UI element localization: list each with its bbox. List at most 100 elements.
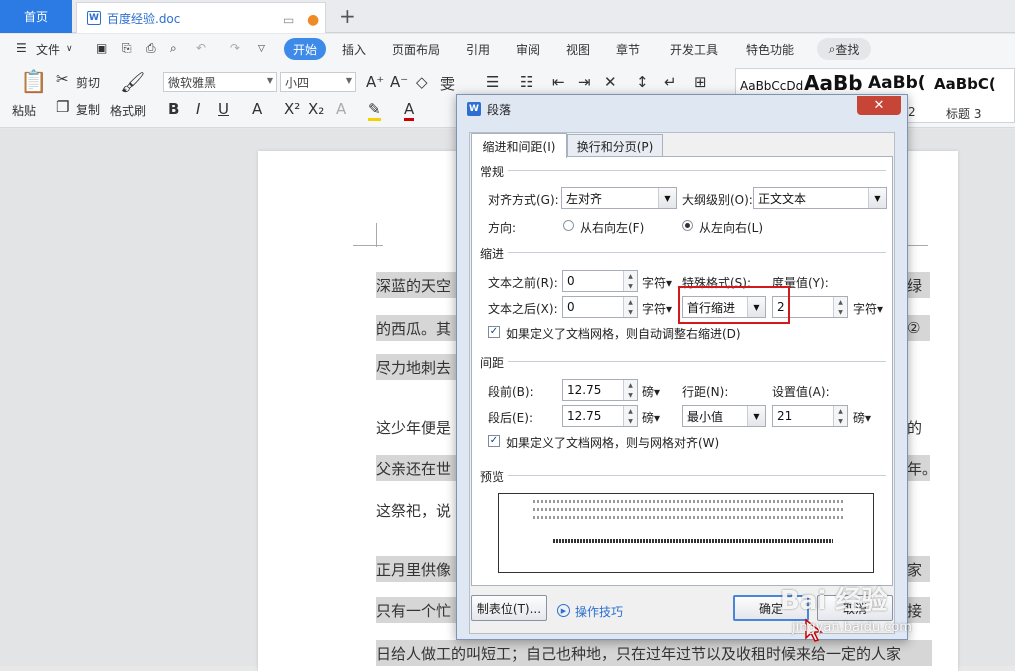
italic-icon[interactable]: I bbox=[196, 100, 200, 118]
menu-review[interactable]: 审阅 bbox=[516, 41, 540, 58]
paste-icon[interactable]: 📋 bbox=[20, 70, 47, 95]
bullets-icon[interactable]: ☰ bbox=[486, 73, 499, 91]
monitor-icon[interactable]: ▭ bbox=[283, 13, 294, 27]
space-before-unit[interactable]: 磅▾ bbox=[642, 383, 660, 400]
table-icon[interactable]: ⊞ bbox=[694, 73, 707, 91]
format-painter-icon[interactable]: 🖌 bbox=[120, 70, 145, 94]
subscript-icon[interactable]: X₂ bbox=[308, 100, 324, 118]
auto-right-indent-label[interactable]: 如果定义了文档网格，则自动调整右缩进(D) bbox=[506, 325, 741, 342]
font-size-select[interactable]: 小四 ▼ bbox=[280, 72, 356, 92]
ltr-label[interactable]: 从左向右(L) bbox=[699, 219, 763, 236]
new-tab-plus-icon[interactable]: + bbox=[339, 4, 356, 28]
menu-insert[interactable]: 插入 bbox=[342, 41, 366, 58]
menu-special[interactable]: 特色功能 bbox=[746, 41, 794, 58]
rtl-label[interactable]: 从右向左(F) bbox=[580, 219, 644, 236]
spinner-icon[interactable]: ▲ ▼ bbox=[623, 271, 637, 291]
tab-line-page-breaks[interactable]: 换行和分页(P) bbox=[567, 134, 663, 158]
underline-icon[interactable]: U bbox=[218, 100, 229, 118]
menu-developer[interactable]: 开发工具 bbox=[670, 41, 718, 58]
ltr-radio[interactable] bbox=[682, 220, 693, 231]
style-heading-2[interactable]: AaBb( bbox=[868, 73, 926, 93]
tab-indent-spacing[interactable]: 缩进和间距(I) bbox=[471, 133, 567, 158]
menu-references[interactable]: 引用 bbox=[466, 41, 490, 58]
snap-to-grid-checkbox[interactable]: ✓ bbox=[488, 435, 500, 447]
play-circle-icon[interactable]: ▶ bbox=[557, 604, 570, 617]
highlight-icon[interactable]: ✎ bbox=[368, 100, 381, 121]
hamburger-icon[interactable]: ☰ bbox=[16, 41, 27, 55]
auto-right-indent-checkbox[interactable]: ✓ bbox=[488, 326, 500, 338]
spinner-icon[interactable]: ▲ ▼ bbox=[833, 406, 847, 426]
save-icon[interactable]: ▣ bbox=[96, 41, 107, 55]
divider bbox=[508, 361, 886, 362]
chinese-layout-icon[interactable]: ✕ bbox=[604, 73, 617, 91]
paste-button[interactable]: 粘贴 bbox=[12, 102, 36, 119]
search-button[interactable]: ⌕ 查找 bbox=[817, 38, 871, 60]
spinner-icon[interactable]: ▲ ▼ bbox=[623, 297, 637, 317]
cut-button[interactable]: 剪切 bbox=[76, 74, 100, 91]
menu-start[interactable]: 开始 bbox=[284, 38, 326, 60]
space-after-unit[interactable]: 磅▾ bbox=[642, 409, 660, 426]
tab-document[interactable]: W 百度经验.doc ▭ ● bbox=[76, 2, 326, 33]
dialog-title: 段落 bbox=[487, 102, 512, 117]
outline-level-select[interactable]: 正文文本 ▼ bbox=[753, 187, 887, 209]
numbering-icon[interactable]: ☷ bbox=[520, 73, 533, 91]
preview-line bbox=[533, 508, 843, 511]
grow-font-icon[interactable]: A⁺ bbox=[366, 73, 384, 91]
menu-file[interactable]: 文件 bbox=[36, 41, 60, 58]
shrink-font-icon[interactable]: A⁻ bbox=[390, 73, 408, 91]
tab-home[interactable]: 首页 bbox=[0, 0, 72, 33]
spinner-icon[interactable]: ▲ ▼ bbox=[833, 297, 847, 317]
style-normal[interactable]: AaBbCcDd bbox=[740, 79, 803, 93]
undo-icon[interactable]: ↶ bbox=[196, 41, 206, 55]
strikethrough-icon[interactable]: A bbox=[252, 100, 262, 118]
copy-icon[interactable]: ❐ bbox=[56, 98, 69, 116]
superscript-icon[interactable]: X² bbox=[284, 100, 300, 118]
document-line: 深蓝的天空 bbox=[376, 272, 456, 298]
bold-icon[interactable]: B bbox=[168, 100, 179, 118]
print-preview-icon[interactable]: ⌕ bbox=[170, 41, 177, 56]
decrease-indent-icon[interactable]: ⇤ bbox=[552, 73, 565, 91]
rtl-radio[interactable] bbox=[563, 220, 574, 231]
style-heading-3[interactable]: AaBbC( bbox=[934, 75, 996, 93]
export-icon[interactable]: ⎘ bbox=[122, 41, 132, 56]
alignment-select[interactable]: 左对齐 ▼ bbox=[561, 187, 677, 209]
increase-indent-icon[interactable]: ⇥ bbox=[578, 73, 591, 91]
tips-link[interactable]: 操作技巧 bbox=[575, 603, 623, 620]
menu-section[interactable]: 章节 bbox=[616, 41, 640, 58]
print-icon[interactable]: ⎙ bbox=[146, 41, 156, 56]
line-spacing-icon[interactable]: ↕ bbox=[636, 73, 649, 91]
phonetic-icon[interactable]: 雯 bbox=[440, 73, 455, 94]
quick-access-more-icon[interactable]: ▽ bbox=[258, 44, 265, 54]
style-heading-1[interactable]: AaBb bbox=[804, 71, 863, 95]
measure-unit[interactable]: 字符▾ bbox=[853, 300, 883, 317]
close-icon[interactable]: ✕ bbox=[857, 96, 901, 115]
direction-label: 方向: bbox=[488, 221, 517, 235]
font-family-select[interactable]: 微软雅黑 ▼ bbox=[163, 72, 277, 92]
copy-button[interactable]: 复制 bbox=[76, 101, 100, 118]
redo-icon[interactable]: ↷ bbox=[230, 41, 240, 55]
menu-view[interactable]: 视图 bbox=[566, 41, 590, 58]
indent-after-input[interactable]: 0 ▲ ▼ bbox=[562, 296, 638, 318]
font-color-icon[interactable]: A bbox=[404, 100, 415, 121]
tab-stops-button[interactable]: 制表位(T)... bbox=[471, 595, 547, 621]
snap-to-grid-label[interactable]: 如果定义了文档网格，则与网格对齐(W) bbox=[506, 434, 719, 451]
indent-after-unit[interactable]: 字符▾ bbox=[642, 300, 672, 317]
menu-page-layout[interactable]: 页面布局 bbox=[392, 41, 440, 58]
text-effect-icon[interactable]: A bbox=[336, 100, 346, 118]
show-marks-icon[interactable]: ↵ bbox=[664, 73, 677, 91]
clear-format-icon[interactable]: ◇ bbox=[416, 73, 428, 91]
spinner-icon[interactable]: ▲ ▼ bbox=[623, 380, 637, 400]
spinner-icon[interactable]: ▲ ▼ bbox=[623, 406, 637, 426]
dialog-titlebar[interactable]: W 段落 bbox=[457, 95, 907, 123]
format-painter-button[interactable]: 格式刷 bbox=[110, 102, 146, 119]
space-before-input[interactable]: 12.75 ▲ ▼ bbox=[562, 379, 638, 401]
document-line-tail: 的 bbox=[905, 414, 930, 440]
indent-before-input[interactable]: 0 ▲ ▼ bbox=[562, 270, 638, 292]
chevron-down-icon[interactable]: ∨ bbox=[66, 44, 73, 54]
setting-value-input[interactable]: 21 ▲ ▼ bbox=[772, 405, 848, 427]
space-after-input[interactable]: 12.75 ▲ ▼ bbox=[562, 405, 638, 427]
line-spacing-select[interactable]: 最小值 ▼ bbox=[682, 405, 766, 427]
scissors-icon[interactable]: ✂ bbox=[56, 70, 69, 88]
indent-before-unit[interactable]: 字符▾ bbox=[642, 274, 672, 291]
setting-value-unit[interactable]: 磅▾ bbox=[853, 409, 871, 426]
